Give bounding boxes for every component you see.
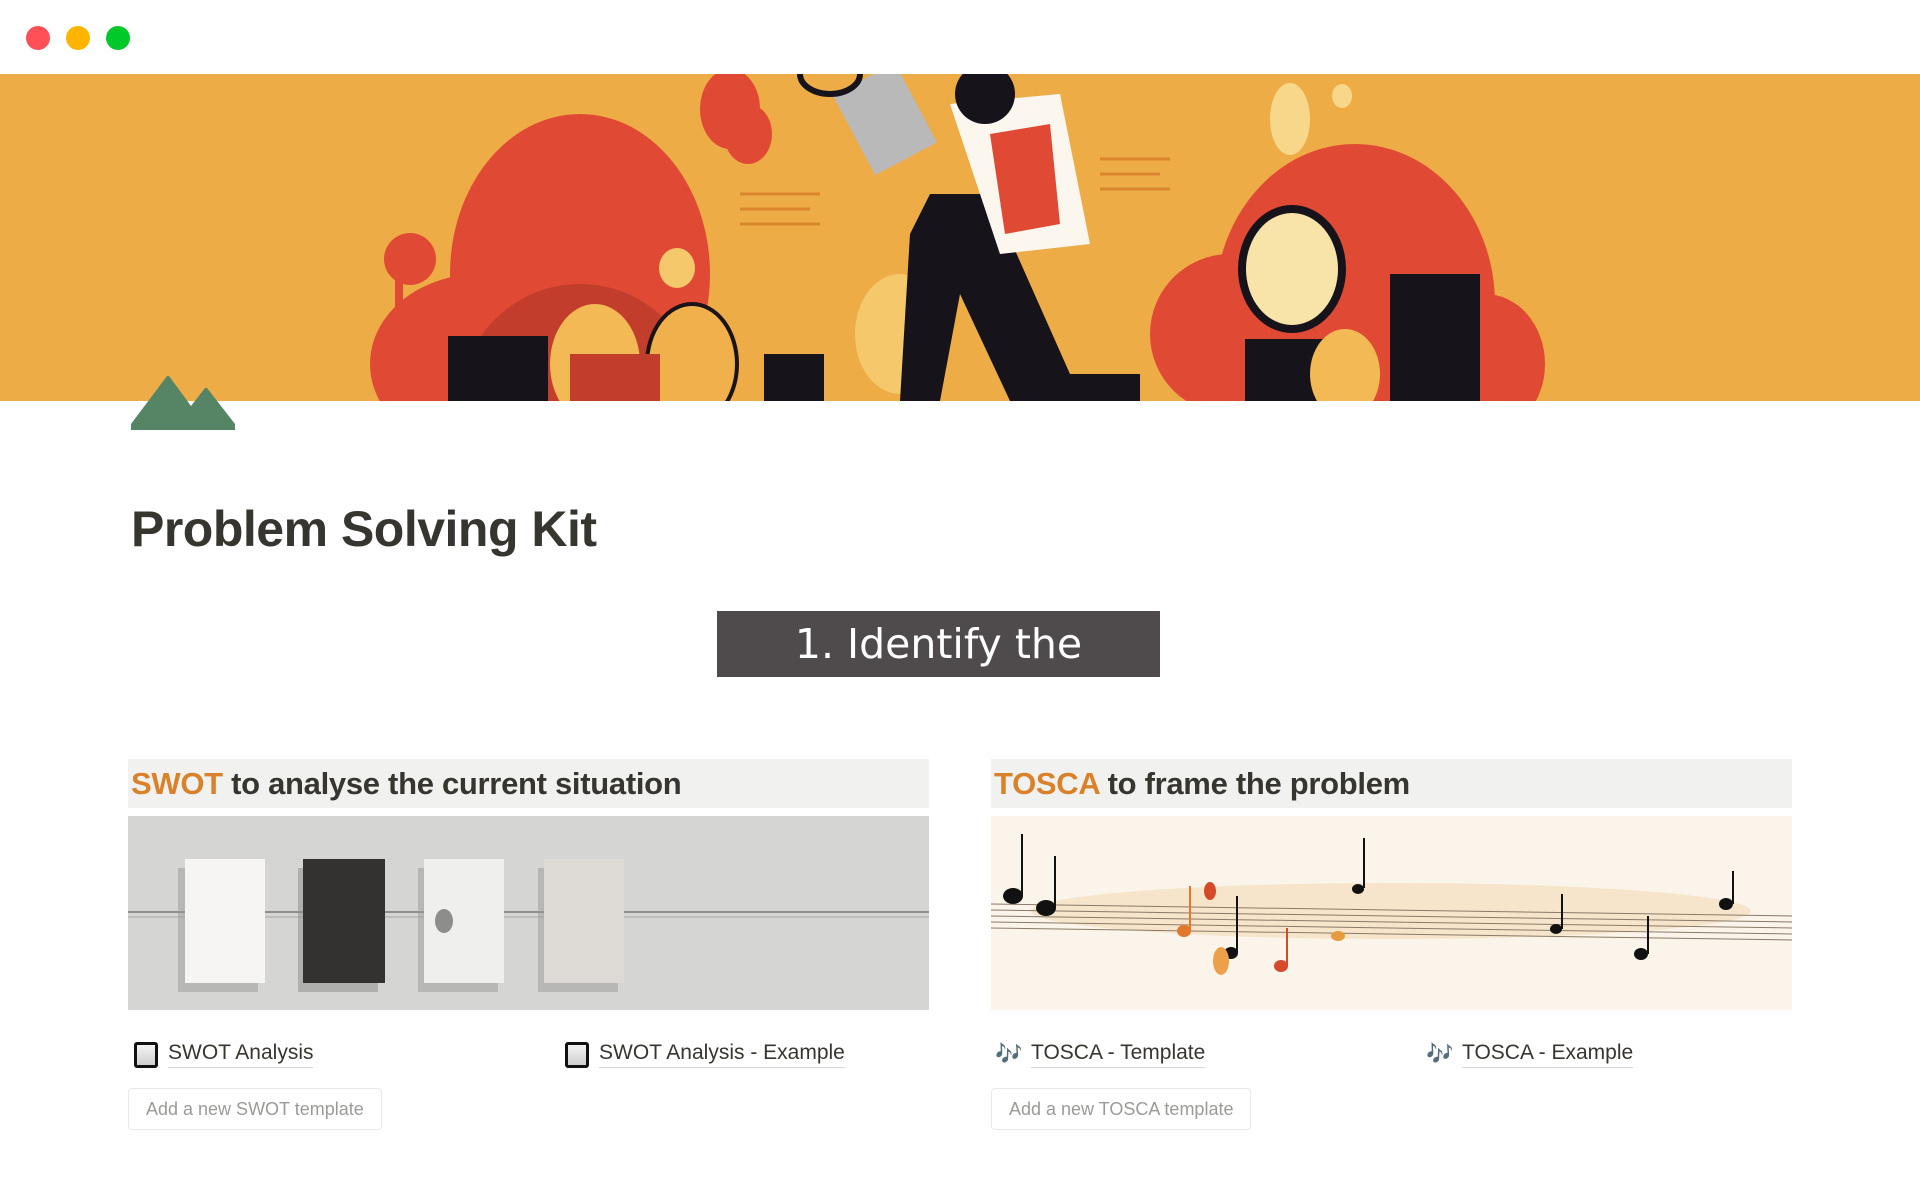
tosca-section: TOSCA to frame the problem 🎶 TOSCA - Tem… xyxy=(991,759,1792,1130)
tosca-section-header: TOSCA to frame the problem xyxy=(991,759,1792,808)
step-banner: 1. Identify the problem xyxy=(717,611,1160,734)
add-tosca-template-button[interactable]: Add a new TOSCA template xyxy=(991,1088,1252,1130)
maximize-window-button[interactable] xyxy=(106,26,130,50)
swot-header-text: to analyse the current situation xyxy=(222,766,682,801)
swot-accent-word: SWOT xyxy=(131,766,223,801)
tosca-links: 🎶 TOSCA - Template 🎶 TOSCA - Example Add… xyxy=(991,1040,1792,1130)
mountain-icon[interactable] xyxy=(131,372,237,432)
page-title: Problem Solving Kit xyxy=(131,501,597,557)
add-swot-template-button[interactable]: Add a new SWOT template xyxy=(128,1088,382,1130)
swot-links: SWOT Analysis SWOT Analysis - Example Ad… xyxy=(128,1040,929,1130)
music-notes-icon: 🎶 xyxy=(995,1041,1023,1066)
square-icon xyxy=(132,1040,160,1069)
music-notes-icon: 🎶 xyxy=(1426,1041,1454,1066)
link-label: TOSCA - Template xyxy=(1031,1041,1206,1068)
link-label: SWOT Analysis - Example xyxy=(599,1041,845,1068)
swot-analysis-link[interactable]: SWOT Analysis xyxy=(132,1040,314,1069)
swot-analysis-example-link[interactable]: SWOT Analysis - Example xyxy=(563,1040,845,1069)
swot-section-header: SWOT to analyse the current situation xyxy=(128,759,929,808)
link-label: SWOT Analysis xyxy=(168,1041,314,1068)
tosca-accent-word: TOSCA xyxy=(994,766,1100,801)
swot-section: SWOT to analyse the current situation SW… xyxy=(128,759,929,1130)
tosca-example-link[interactable]: 🎶 TOSCA - Example xyxy=(1426,1040,1634,1068)
square-icon xyxy=(563,1040,591,1069)
cover-illustration xyxy=(0,74,1920,401)
page-cover-image xyxy=(0,74,1920,401)
tosca-template-link[interactable]: 🎶 TOSCA - Template xyxy=(995,1040,1206,1068)
swot-cover-image xyxy=(128,816,929,1010)
close-window-button[interactable] xyxy=(26,26,50,50)
window-titlebar xyxy=(0,0,1920,74)
minimize-window-button[interactable] xyxy=(66,26,90,50)
tosca-header-text: to frame the problem xyxy=(1099,766,1411,801)
link-label: TOSCA - Example xyxy=(1462,1041,1634,1068)
tosca-cover-image xyxy=(991,816,1792,1010)
